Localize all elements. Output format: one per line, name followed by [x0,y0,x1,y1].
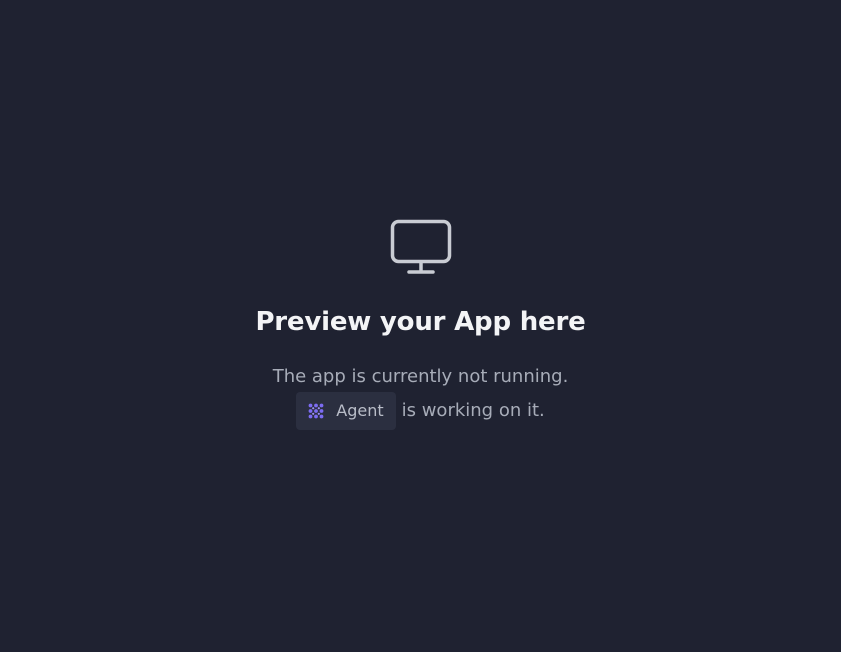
preview-pane: Preview your App here The app is current… [0,0,841,652]
agent-chip-label: Agent [336,401,384,420]
agent-status-line: Agent is working on it. [296,392,545,430]
monitor-icon [390,219,451,274]
page-title: Preview your App here [255,307,586,337]
agent-status-text: is working on it. [401,400,545,421]
empty-state: Preview your App here The app is current… [0,219,841,430]
status-message: The app is currently not running. [272,366,569,387]
agent-chip[interactable]: Agent [296,392,396,430]
agent-dots-icon [308,403,324,419]
